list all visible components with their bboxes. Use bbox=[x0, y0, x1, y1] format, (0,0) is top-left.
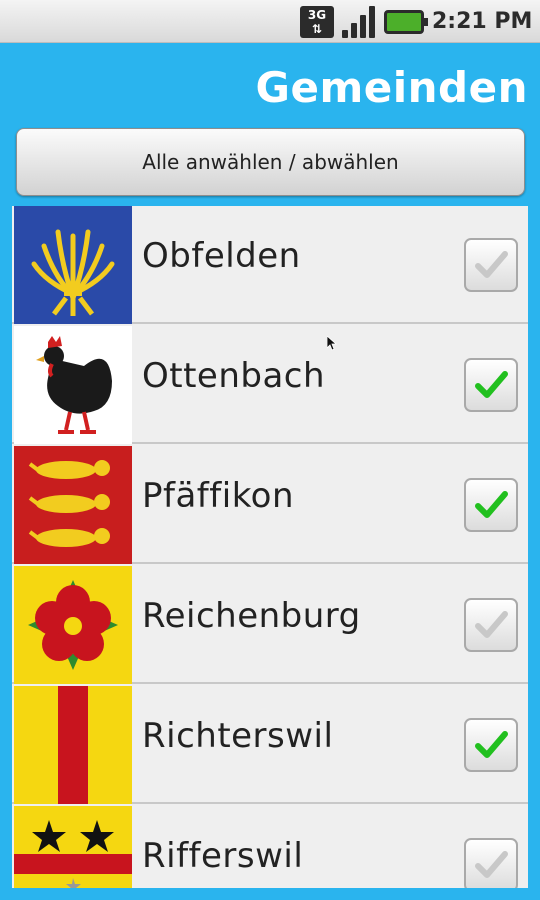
list-item[interactable]: Ottenbach bbox=[12, 326, 528, 444]
list-item[interactable]: Obfelden bbox=[12, 206, 528, 324]
checkbox[interactable] bbox=[464, 718, 518, 772]
municipality-name: Reichenburg bbox=[142, 596, 361, 636]
title-bar: Gemeinden bbox=[0, 43, 540, 128]
list-item[interactable]: Reichenburg bbox=[12, 566, 528, 684]
checkbox[interactable] bbox=[464, 358, 518, 412]
checkbox[interactable] bbox=[464, 478, 518, 532]
municipality-list[interactable]: Obfelden Ottenbach Pfäffikon Reichenburg… bbox=[12, 206, 528, 888]
checkbox[interactable] bbox=[464, 838, 518, 888]
page-title: Gemeinden bbox=[255, 63, 528, 112]
network-label: 3G bbox=[307, 8, 327, 22]
toggle-all-button[interactable]: Alle anwählen / abwählen bbox=[16, 128, 525, 196]
clock: 2:21 PM bbox=[432, 9, 533, 34]
obfelden-crest-icon bbox=[14, 206, 132, 324]
3g-icon: 3G ⇅ bbox=[300, 6, 334, 38]
status-bar: 3G ⇅ 2:21 PM bbox=[0, 0, 540, 43]
list-item[interactable]: Richterswil bbox=[12, 686, 528, 804]
list-item[interactable]: Rifferswil bbox=[12, 806, 528, 888]
ottenbach-crest-icon bbox=[14, 326, 132, 444]
battery-charging-icon bbox=[384, 10, 428, 34]
municipality-name: Obfelden bbox=[142, 236, 301, 276]
pfaeffikon-crest-icon bbox=[14, 446, 132, 564]
municipality-name: Richterswil bbox=[142, 716, 334, 756]
list-item[interactable]: Pfäffikon bbox=[12, 446, 528, 564]
checkbox[interactable] bbox=[464, 238, 518, 292]
reichenburg-crest-icon bbox=[14, 566, 132, 684]
signal-icon bbox=[342, 6, 376, 38]
checkbox[interactable] bbox=[464, 598, 518, 652]
richterswil-crest-icon bbox=[14, 686, 132, 804]
rifferswil-crest-icon bbox=[14, 806, 132, 888]
municipality-name: Rifferswil bbox=[142, 836, 304, 876]
municipality-name: Ottenbach bbox=[142, 356, 326, 396]
mouse-cursor-icon bbox=[327, 336, 337, 351]
municipality-name: Pfäffikon bbox=[142, 476, 295, 516]
